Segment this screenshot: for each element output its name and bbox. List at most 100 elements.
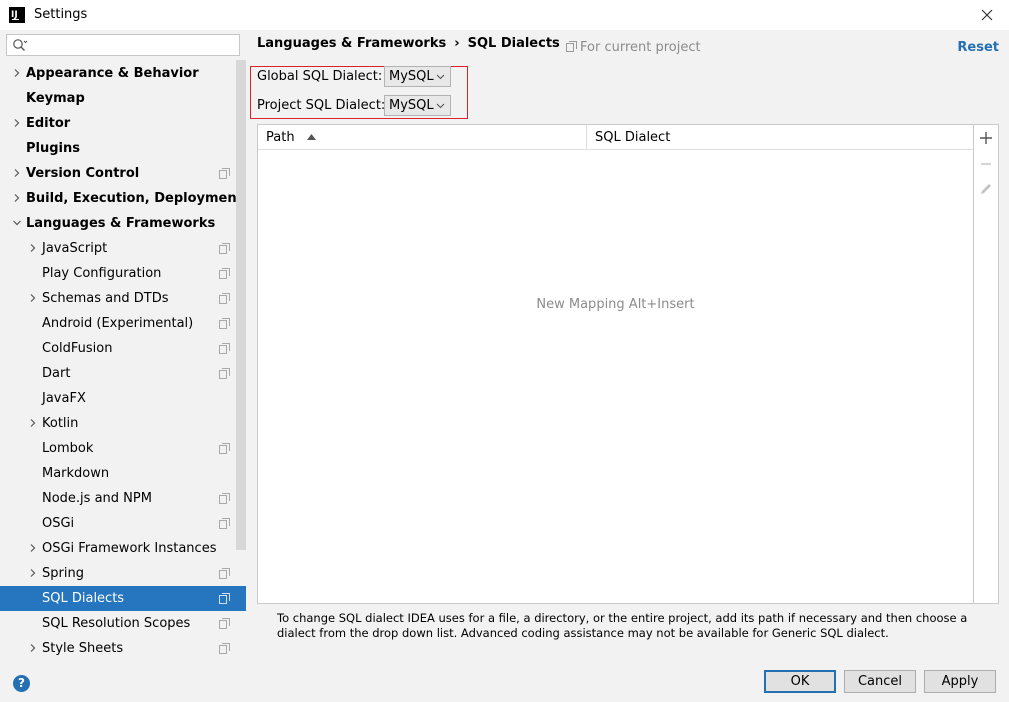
sidebar-item-label: JavaFX bbox=[42, 391, 86, 406]
sidebar-item[interactable]: SQL Resolution Scopes bbox=[0, 611, 246, 636]
sidebar-item[interactable]: Spring bbox=[0, 561, 246, 586]
sidebar-item-label: Build, Execution, Deployment bbox=[26, 191, 243, 206]
sidebar-item[interactable]: Android (Experimental) bbox=[0, 311, 246, 336]
sidebar-item[interactable]: Node.js and NPM bbox=[0, 486, 246, 511]
remove-button[interactable] bbox=[978, 156, 994, 172]
project-scope-icon bbox=[219, 443, 230, 454]
sidebar-item[interactable]: Appearance & Behavior bbox=[0, 61, 246, 86]
column-dialect-label: SQL Dialect bbox=[595, 130, 671, 145]
sidebar-item-label: SQL Dialects bbox=[42, 591, 125, 606]
breadcrumb-parent[interactable]: Languages & Frameworks bbox=[257, 36, 446, 51]
chevron-down-icon bbox=[436, 103, 445, 109]
sidebar-item-label: Lombok bbox=[42, 441, 94, 456]
title-bar: IJ Settings bbox=[0, 0, 1009, 30]
column-header-path[interactable]: Path bbox=[258, 125, 587, 150]
sidebar-item[interactable]: JavaFX bbox=[0, 386, 246, 411]
reset-link[interactable]: Reset bbox=[957, 40, 999, 55]
sidebar-item[interactable]: Kotlin bbox=[0, 411, 246, 436]
sidebar-item-label: Node.js and NPM bbox=[42, 491, 152, 506]
chevron-right-icon[interactable] bbox=[13, 194, 21, 202]
search-icon bbox=[13, 39, 28, 51]
empty-table-text[interactable]: New Mapping Alt+Insert bbox=[258, 297, 973, 312]
global-dialect-value: MySQL bbox=[389, 69, 434, 84]
sidebar-item[interactable]: OSGi bbox=[0, 511, 246, 536]
sidebar-item[interactable]: Play Configuration bbox=[0, 261, 246, 286]
column-path-label: Path bbox=[266, 130, 295, 145]
sidebar-item[interactable]: Build, Execution, Deployment bbox=[0, 186, 246, 211]
sidebar-item-label: Version Control bbox=[26, 166, 140, 181]
project-dialect-row: Project SQL Dialect: MySQL bbox=[257, 95, 451, 117]
chevron-down-icon bbox=[436, 74, 445, 80]
table-header: Path SQL Dialect bbox=[258, 125, 973, 150]
project-scope-icon bbox=[219, 293, 230, 304]
sidebar-item[interactable]: Schemas and DTDs bbox=[0, 286, 246, 311]
plus-icon bbox=[980, 132, 992, 144]
sidebar-item[interactable]: Editor bbox=[0, 111, 246, 136]
sidebar-item-label: Kotlin bbox=[42, 416, 79, 431]
help-button[interactable]: ? bbox=[13, 675, 30, 692]
apply-button[interactable]: Apply bbox=[924, 670, 996, 693]
sidebar-item[interactable]: Markdown bbox=[0, 461, 246, 486]
project-dialect-value: MySQL bbox=[389, 98, 434, 113]
chevron-right-icon[interactable] bbox=[29, 644, 37, 652]
sidebar-item-label: Appearance & Behavior bbox=[26, 66, 199, 81]
pencil-icon bbox=[981, 184, 991, 194]
sidebar-item-label: Keymap bbox=[26, 91, 85, 106]
chevron-right-icon[interactable] bbox=[13, 119, 21, 127]
window-title: Settings bbox=[34, 7, 88, 22]
chevron-right-icon[interactable] bbox=[29, 569, 37, 577]
project-scope-icon bbox=[219, 618, 230, 629]
edit-button[interactable] bbox=[978, 181, 994, 197]
sidebar-item[interactable]: Version Control bbox=[0, 161, 246, 186]
for-current-project-label: For current project bbox=[580, 40, 701, 55]
sidebar-scrollbar[interactable] bbox=[236, 60, 246, 550]
sidebar-item[interactable]: SQL Dialects bbox=[0, 586, 246, 611]
global-dialect-select[interactable]: MySQL bbox=[384, 66, 451, 87]
sidebar-item-label: Languages & Frameworks bbox=[26, 216, 216, 231]
sidebar-item[interactable]: ColdFusion bbox=[0, 336, 246, 361]
chevron-down-icon[interactable] bbox=[13, 219, 21, 227]
ok-button[interactable]: OK bbox=[764, 670, 836, 693]
sidebar-item-label: Plugins bbox=[26, 141, 80, 156]
cancel-button[interactable]: Cancel bbox=[844, 670, 916, 693]
search-input[interactable] bbox=[6, 34, 240, 56]
column-header-sql-dialect[interactable]: SQL Dialect bbox=[587, 125, 973, 150]
breadcrumb-current: SQL Dialects bbox=[467, 36, 560, 51]
project-scope-icon bbox=[219, 168, 230, 179]
project-scope-icon bbox=[219, 243, 230, 254]
sidebar-item[interactable]: JavaScript bbox=[0, 236, 246, 261]
sidebar-item-label: ColdFusion bbox=[42, 341, 113, 356]
project-scope-icon bbox=[219, 368, 230, 379]
project-scope-icon bbox=[219, 318, 230, 329]
project-scope-icon bbox=[219, 643, 230, 654]
chevron-right-icon[interactable] bbox=[13, 169, 21, 177]
chevron-right-icon[interactable] bbox=[29, 419, 37, 427]
global-dialect-label: Global SQL Dialect: bbox=[257, 69, 383, 84]
sidebar-item-label: OSGi Framework Instances bbox=[42, 541, 217, 556]
help-hint-text: To change SQL dialect IDEA uses for a fi… bbox=[277, 611, 968, 640]
chevron-right-icon[interactable] bbox=[29, 294, 37, 302]
project-dialect-select[interactable]: MySQL bbox=[384, 95, 451, 116]
sidebar-item-label: Schemas and DTDs bbox=[42, 291, 169, 306]
sidebar-item[interactable]: Languages & Frameworks bbox=[0, 211, 246, 236]
chevron-right-icon[interactable] bbox=[13, 69, 21, 77]
minus-icon bbox=[981, 163, 991, 165]
dialect-mapping-table[interactable]: Path SQL Dialect New Mapping Alt+Insert bbox=[257, 124, 974, 604]
settings-sidebar: Appearance & Behavior Keymap Editor Plugins… bbox=[0, 30, 246, 660]
sort-ascending-icon bbox=[306, 134, 316, 140]
sidebar-item[interactable]: Keymap bbox=[0, 86, 246, 111]
sidebar-item[interactable]: Style Sheets bbox=[0, 636, 246, 661]
sidebar-item[interactable]: OSGi Framework Instances bbox=[0, 536, 246, 561]
sidebar-item[interactable]: Lombok bbox=[0, 436, 246, 461]
sidebar-item[interactable]: Dart bbox=[0, 361, 246, 386]
sidebar-item-label: OSGi bbox=[42, 516, 75, 531]
chevron-right-icon[interactable] bbox=[29, 544, 37, 552]
breadcrumb-separator: › bbox=[454, 36, 460, 51]
close-button[interactable] bbox=[975, 3, 999, 27]
project-dialect-label: Project SQL Dialect: bbox=[257, 98, 386, 113]
sidebar-item-label: Android (Experimental) bbox=[42, 316, 194, 331]
sidebar-item-label: Spring bbox=[42, 566, 84, 581]
chevron-right-icon[interactable] bbox=[29, 244, 37, 252]
sidebar-item[interactable]: Plugins bbox=[0, 136, 246, 161]
add-button[interactable] bbox=[978, 130, 994, 146]
